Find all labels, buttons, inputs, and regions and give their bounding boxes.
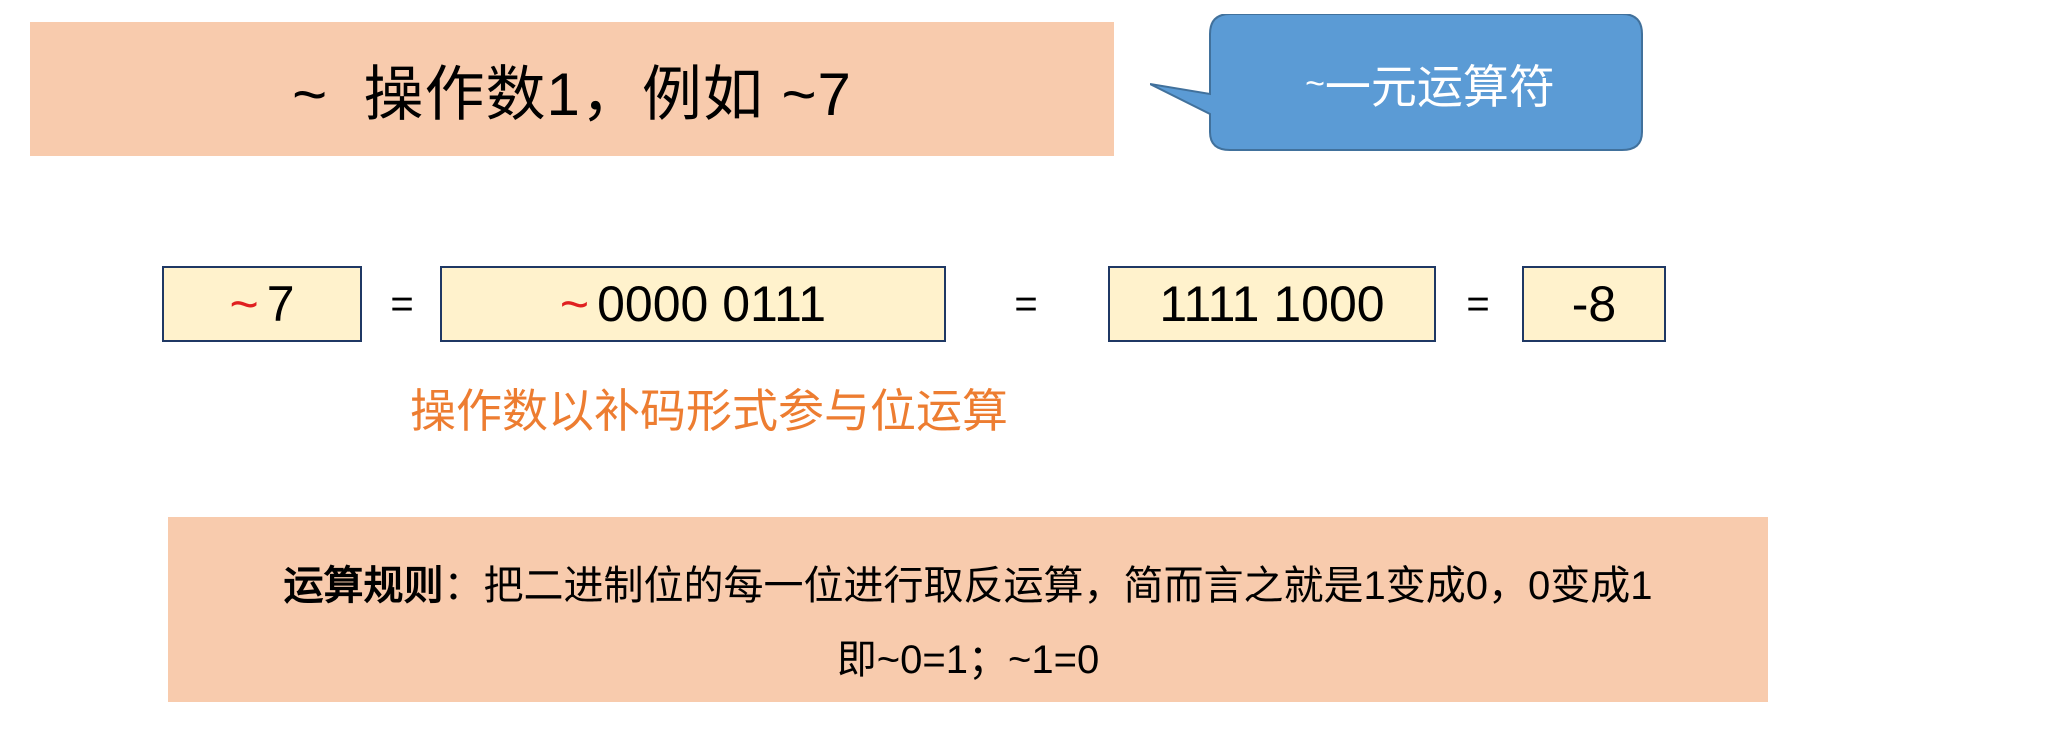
title-banner: ~ 操作数1，例如 ~7 <box>30 22 1114 156</box>
result-value: -8 <box>1571 276 1617 332</box>
callout-text: ~ 一元运算符 <box>1210 14 1650 154</box>
operand-box: ~ 7 <box>162 266 362 342</box>
rule-label: 运算规则 <box>283 564 444 608</box>
title-text: ~ 操作数1，例如 ~7 <box>292 60 852 128</box>
operand-tilde: ~ <box>229 276 259 332</box>
binary-tilde: ~ <box>559 276 590 332</box>
rule-line-2: 即~0=1；~1=0 <box>836 638 1100 682</box>
binary-value: 0000 0111 <box>597 276 827 332</box>
inverted-binary-value: 1111 1000 <box>1159 276 1385 332</box>
equals-sign-1: = <box>390 282 414 326</box>
rule-line-1: 运算规则：把二进制位的每一位进行取反运算，简而言之就是1变成0，0变成1 <box>168 553 1768 611</box>
binary-operand-box: ~ 0000 0111 <box>440 266 946 342</box>
rule-panel: 运算规则：把二进制位的每一位进行取反运算，简而言之就是1变成0，0变成1 即~0… <box>168 517 1768 702</box>
inverted-binary-box: 1111 1000 <box>1108 266 1436 342</box>
equals-sign-3: = <box>1466 282 1490 326</box>
complement-note: 操作数以补码形式参与位运算 <box>410 385 1008 437</box>
result-box: -8 <box>1522 266 1666 342</box>
callout-tilde: ~ <box>1305 64 1325 103</box>
callout-bubble: ~ 一元运算符 <box>1150 14 1650 164</box>
equals-sign-2: = <box>1014 282 1038 326</box>
operand-value: 7 <box>266 276 295 332</box>
rule-text: ：把二进制位的每一位进行取反运算，简而言之就是1变成0，0变成1 <box>443 564 1653 608</box>
callout-label: 一元运算符 <box>1324 61 1555 113</box>
